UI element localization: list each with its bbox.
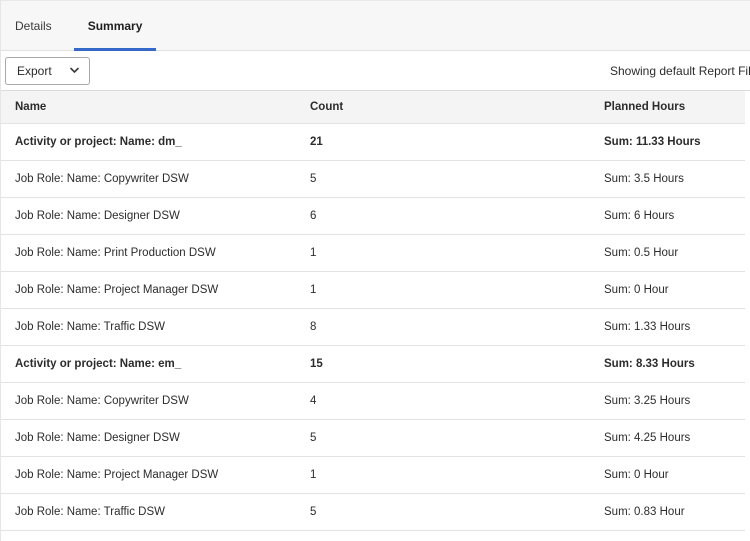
cell-count: 5: [296, 160, 590, 198]
report-toolbar: Export Showing default Report Fil: [1, 51, 750, 91]
tab-details-label: Details: [15, 18, 52, 33]
tab-details[interactable]: Details: [2, 1, 73, 50]
table-row[interactable]: Job Role: Name: Traffic DSW 8 Sum: 1.33 Ho…: [1, 308, 745, 346]
table-group-row[interactable]: Activity or project: Name: dm_ 21 Sum: 11.…: [1, 123, 745, 161]
cell-name: Job Role: Name: Copywriter DSW: [1, 160, 296, 198]
cell-name: Job Role: Name: Designer DSW: [1, 419, 296, 457]
column-header-count[interactable]: Count: [296, 91, 590, 124]
column-header-name[interactable]: Name: [1, 91, 296, 124]
cell-count: 21: [296, 123, 590, 161]
cell-name: Job Role: Name: Copywriter DSW: [1, 382, 296, 420]
cell-planned-hours: Sum: 0.5 Hour: [590, 234, 745, 272]
cell-count: 1: [296, 271, 590, 309]
report-filter-note: Showing default Report Fil: [610, 64, 750, 78]
summary-table: Name Count Planned Hours Activity or pro…: [1, 91, 745, 531]
cell-count: 4: [296, 382, 590, 420]
cell-count: 5: [296, 419, 590, 457]
table-group-row[interactable]: Activity or project: Name: em_ 15 Sum: 8.3…: [1, 345, 745, 383]
cell-planned-hours: Sum: 8.33 Hours: [590, 345, 745, 383]
table-row[interactable]: Job Role: Name: Copywriter DSW 4 Sum: 3.25…: [1, 382, 745, 420]
cell-planned-hours: Sum: 11.33 Hours: [590, 123, 745, 161]
cell-name: Job Role: Name: Project Manager DSW: [1, 456, 296, 494]
cell-count: 1: [296, 234, 590, 272]
cell-planned-hours: Sum: 4.25 Hours: [590, 419, 745, 457]
cell-planned-hours: Sum: 0 Hour: [590, 271, 745, 309]
cell-name: Job Role: Name: Print Production DSW: [1, 234, 296, 272]
cell-name: Job Role: Name: Designer DSW: [1, 197, 296, 235]
table-row[interactable]: Job Role: Name: Project Manager DSW 1 Sum:…: [1, 456, 745, 494]
cell-planned-hours: Sum: 0 Hour: [590, 456, 745, 494]
tab-summary[interactable]: Summary: [73, 1, 157, 51]
cell-planned-hours: Sum: 6 Hours: [590, 197, 745, 235]
table-row[interactable]: Job Role: Name: Copywriter DSW 5 Sum: 3.5 …: [1, 160, 745, 198]
cell-count: 5: [296, 493, 590, 531]
cell-name: Activity or project: Name: em_: [1, 345, 296, 383]
table-row[interactable]: Job Role: Name: Project Manager DSW 1 Sum:…: [1, 271, 745, 309]
cell-planned-hours: Sum: 3.5 Hours: [590, 160, 745, 198]
cell-count: 6: [296, 197, 590, 235]
table-row[interactable]: Job Role: Name: Traffic DSW 5 Sum: 0.83 Ho…: [1, 493, 745, 531]
cell-count: 1: [296, 456, 590, 494]
report-page: Details Summary Export Showing default R…: [0, 0, 750, 541]
export-button-label: Export: [17, 63, 52, 78]
cell-name: Activity or project: Name: dm_: [1, 123, 296, 161]
cell-name: Job Role: Name: Traffic DSW: [1, 493, 296, 531]
cell-planned-hours: Sum: 3.25 Hours: [590, 382, 745, 420]
table-body: Activity or project: Name: dm_ 21 Sum: 11.…: [1, 123, 745, 531]
chevron-down-icon: [69, 65, 80, 76]
export-button[interactable]: Export: [5, 56, 90, 85]
cell-name: Job Role: Name: Project Manager DSW: [1, 271, 296, 309]
tab-bar: Details Summary: [1, 0, 750, 51]
table-row[interactable]: Job Role: Name: Designer DSW 5 Sum: 4.25 H…: [1, 419, 745, 457]
cell-count: 15: [296, 345, 590, 383]
cell-name: Job Role: Name: Traffic DSW: [1, 308, 296, 346]
column-header-planned-hours[interactable]: Planned Hours: [590, 91, 745, 124]
cell-planned-hours: Sum: 0.83 Hour: [590, 493, 745, 531]
table-row[interactable]: Job Role: Name: Print Production DSW 1 Sum…: [1, 234, 745, 272]
tab-summary-label: Summary: [87, 18, 143, 33]
table-header-row: Name Count Planned Hours: [1, 91, 745, 124]
table-row[interactable]: Job Role: Name: Designer DSW 6 Sum: 6 Hour…: [1, 197, 745, 235]
cell-planned-hours: Sum: 1.33 Hours: [590, 308, 745, 346]
cell-count: 8: [296, 308, 590, 346]
